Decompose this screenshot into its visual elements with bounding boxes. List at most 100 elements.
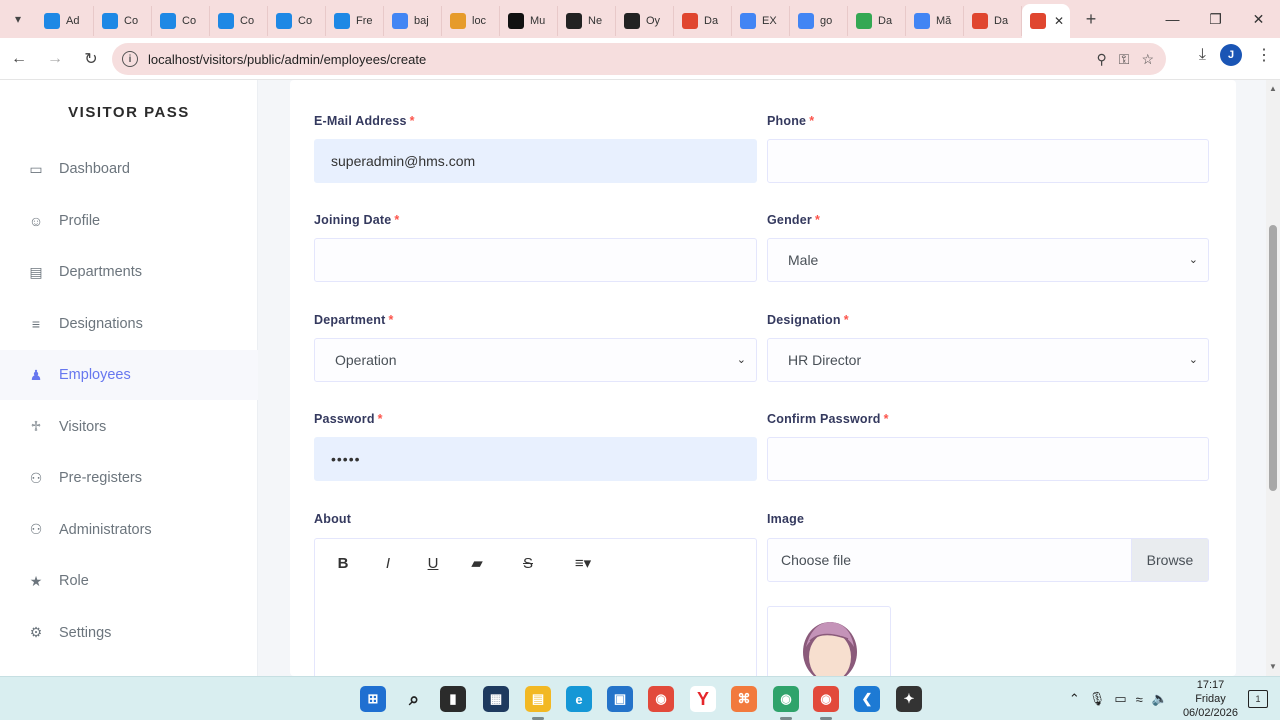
github-icon (566, 13, 582, 29)
align-button[interactable]: ≡▾ (569, 551, 597, 575)
leaf-icon (508, 13, 524, 29)
shield-icon (334, 13, 350, 29)
browser-tab[interactable]: Da (848, 6, 906, 36)
password-key-icon[interactable]: ⚿ (1119, 51, 1130, 68)
browser-tab[interactable]: Co (210, 6, 268, 36)
google-icon (798, 13, 814, 29)
sidebar-item-visitors[interactable]: ♱ Visitors (0, 402, 258, 452)
tab-search-dropdown-icon[interactable]: ▾ (0, 0, 36, 38)
browser-tab[interactable]: Ad (36, 6, 94, 36)
eraser-button[interactable]: ▰ (463, 551, 491, 575)
restore-icon[interactable]: ❐ (1194, 0, 1237, 38)
sidebar-item-departments[interactable]: ▤ Departments (0, 247, 258, 297)
sidebar-item-profile[interactable]: ☺ Profile (0, 196, 258, 246)
site-info-icon[interactable]: i (122, 51, 138, 67)
browse-button[interactable]: Browse (1131, 539, 1208, 581)
notification-icon[interactable]: 1 (1248, 690, 1268, 708)
browser-menu-icon[interactable]: ⋮ (1256, 45, 1272, 65)
page-scrollbar[interactable]: ▲ ▼ (1266, 80, 1280, 676)
tab-title: Da (994, 15, 1009, 27)
tab-title: Ad (66, 15, 80, 27)
minimize-icon[interactable]: — (1151, 0, 1194, 38)
active-browser-tab[interactable]: ✕ (1022, 4, 1070, 38)
browser-tab[interactable]: Co (268, 6, 326, 36)
scrollbar-thumb[interactable] (1269, 225, 1277, 491)
strikethrough-button[interactable]: S (514, 551, 542, 575)
sidebar-item-pre-registers[interactable]: ⚇ Pre-registers (0, 453, 258, 503)
url-text[interactable]: localhost/visitors/public/admin/employee… (148, 52, 426, 67)
password-field[interactable]: ••••• (314, 437, 757, 481)
sidebar-item-dashboard[interactable]: ▭ Dashboard (0, 144, 258, 194)
zoom-icon[interactable]: ⚲ (1097, 51, 1107, 68)
profile-avatar[interactable]: J (1220, 44, 1242, 66)
bookmark-star-icon[interactable]: ☆ (1141, 51, 1154, 68)
email-field[interactable]: superadmin@hms.com (314, 139, 757, 183)
browser-tab[interactable]: EX (732, 6, 790, 36)
sidebar-item-administrators[interactable]: ⚇ Administrators (0, 505, 258, 555)
sidebar-item-employees[interactable]: ♟ Employees (0, 350, 258, 400)
joining-date-field[interactable] (314, 238, 757, 282)
department-selected-value: Operation (335, 352, 397, 368)
store-icon[interactable]: ▣ (607, 686, 633, 712)
windows-taskbar: ⊞ ⌕ ▮ ▦ ▤ e ▣ ◉ Y ⌘ ◉ ◉ ❮ ✦ ⌃ 🎙 ▭ ≈ 🔈 17:17 Friday 06… (0, 676, 1280, 720)
reload-icon[interactable]: ↻ (74, 42, 108, 76)
phone-field[interactable] (767, 139, 1209, 183)
email-label: E-Mail Address * (314, 114, 415, 128)
edge-icon[interactable]: e (566, 686, 592, 712)
bold-button[interactable]: B (329, 551, 357, 575)
wifi-icon[interactable]: ≈ (1136, 692, 1143, 707)
download-icon[interactable]: ⤓ (1199, 46, 1206, 64)
vscode-icon[interactable]: ❮ (854, 686, 880, 712)
volume-icon[interactable]: 🔈 (1152, 691, 1168, 707)
widgets-icon[interactable]: ▦ (483, 686, 509, 712)
microphone-icon[interactable]: 🎙 (1089, 691, 1106, 707)
chrome-icon[interactable]: ◉ (648, 686, 674, 712)
browser-tab[interactable]: go (790, 6, 848, 36)
new-tab-button[interactable]: + (1076, 0, 1106, 38)
xampp-icon[interactable]: ⌘ (731, 686, 757, 712)
italic-button[interactable]: I (374, 551, 402, 575)
underline-button[interactable]: U (419, 551, 447, 575)
back-icon[interactable]: ← (2, 42, 36, 76)
xampp-icon (682, 13, 698, 29)
clock[interactable]: 17:17 Friday 06/02/2026 (1183, 678, 1238, 720)
scroll-down-icon[interactable]: ▼ (1269, 662, 1277, 671)
browser-tab[interactable]: Co (94, 6, 152, 36)
search-icon[interactable]: ⌕ (401, 686, 427, 712)
chevron-up-icon[interactable]: ⌃ (1069, 691, 1080, 707)
browser-tab[interactable]: baj (384, 6, 442, 36)
forward-icon[interactable]: → (38, 42, 72, 76)
image-file-input[interactable]: Choose file Browse (767, 538, 1209, 582)
start-icon[interactable]: ⊞ (360, 686, 386, 712)
file-explorer-icon[interactable]: ▤ (525, 686, 551, 712)
department-select[interactable]: Operation ⌄ (314, 338, 757, 382)
scroll-up-icon[interactable]: ▲ (1269, 84, 1277, 93)
notification-count: 1 (1255, 694, 1261, 704)
address-bar[interactable]: i localhost/visitors/public/admin/employ… (112, 43, 1166, 75)
browser-tab[interactable]: Mu (500, 6, 558, 36)
browser-tab[interactable]: Mă (906, 6, 964, 36)
close-tab-icon[interactable]: ✕ (1054, 14, 1064, 28)
designation-select[interactable]: HR Director ⌄ (767, 338, 1209, 382)
browser-tab[interactable]: loc (442, 6, 500, 36)
gender-select[interactable]: Male ⌄ (767, 238, 1209, 282)
sidebar-item-settings[interactable]: ⚙ Settings (0, 608, 258, 658)
confirm-password-field[interactable] (767, 437, 1209, 481)
browser-tab[interactable]: Ne (558, 6, 616, 36)
app-icon[interactable]: ✦ (896, 686, 922, 712)
about-editor[interactable]: B I U ▰ S ≡▾ (314, 538, 757, 676)
battery-icon[interactable]: ▭ (1114, 691, 1126, 707)
browser-tab[interactable]: Da (674, 6, 732, 36)
sidebar-item-designations[interactable]: ≡ Designations (0, 299, 258, 349)
chrome-alt-icon[interactable]: ◉ (813, 686, 839, 712)
close-window-icon[interactable]: ✕ (1237, 0, 1280, 38)
browser-tab[interactable]: Fre (326, 6, 384, 36)
browser-tab[interactable]: Co (152, 6, 210, 36)
terminal-icon[interactable]: ▮ (440, 686, 466, 712)
chrome-profile-icon[interactable]: ◉ (773, 686, 799, 712)
browser-tab[interactable]: Oy (616, 6, 674, 36)
browser-tab[interactable]: Da (964, 6, 1022, 36)
sidebar-item-role[interactable]: ★ Role (0, 556, 258, 606)
system-tray: ⌃ 🎙 ▭ ≈ 🔈 17:17 Friday 06/02/2026 1 (1069, 677, 1280, 721)
yandex-icon[interactable]: Y (690, 686, 716, 712)
